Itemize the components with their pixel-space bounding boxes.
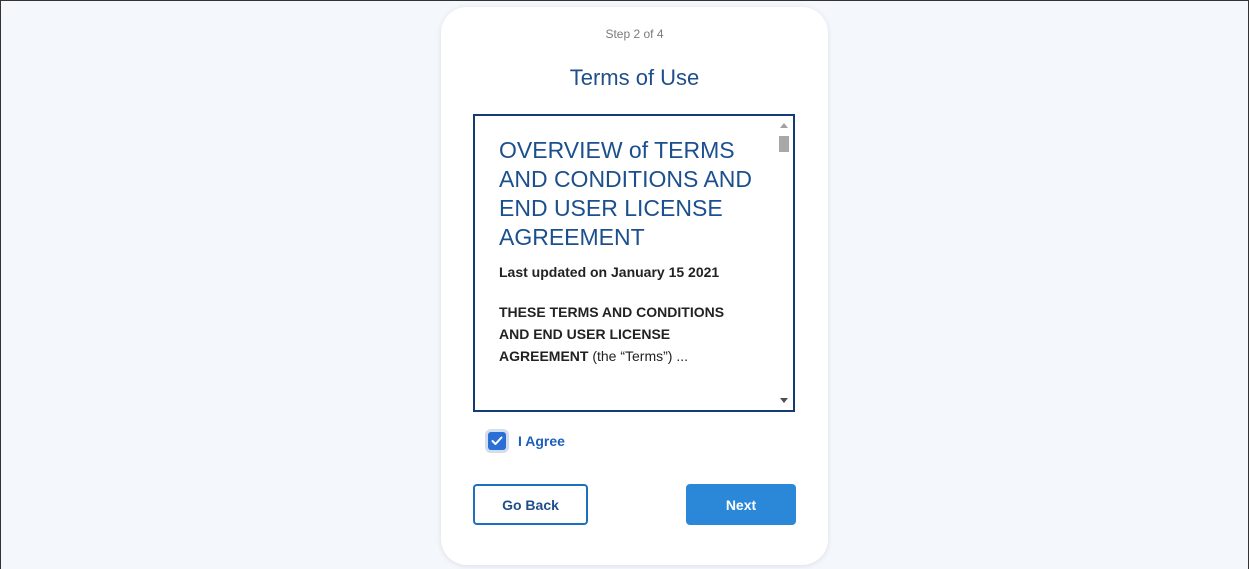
terms-last-updated: Last updated on January 15 2021 <box>499 264 720 280</box>
terms-body: THESE TERMS AND CONDITIONS AND END USER … <box>499 301 755 367</box>
arrow-up-icon[interactable] <box>780 123 788 128</box>
agree-checkbox[interactable] <box>488 432 506 450</box>
next-button[interactable]: Next <box>686 484 796 525</box>
terms-scroll-area[interactable]: OVERVIEW of TERMS AND CONDITIONS AND END… <box>473 114 795 412</box>
step-indicator: Step 2 of 4 <box>605 27 664 41</box>
scrollbar[interactable] <box>777 120 791 406</box>
agree-row[interactable]: I Agree <box>488 430 565 452</box>
agree-label[interactable]: I Agree <box>518 433 565 449</box>
terms-body-rest: (the “Terms”) ... <box>588 348 689 364</box>
arrow-down-icon[interactable] <box>780 398 788 403</box>
page-title: Terms of Use <box>569 65 700 90</box>
terms-heading: OVERVIEW of TERMS AND CONDITIONS AND END… <box>499 137 753 250</box>
scroll-thumb[interactable] <box>779 136 789 152</box>
go-back-button[interactable]: Go Back <box>473 484 588 525</box>
terms-content: OVERVIEW of TERMS AND CONDITIONS AND END… <box>499 136 755 367</box>
check-icon <box>491 436 503 445</box>
terms-card: Step 2 of 4 Terms of Use OVERVIEW of TER… <box>441 7 828 565</box>
